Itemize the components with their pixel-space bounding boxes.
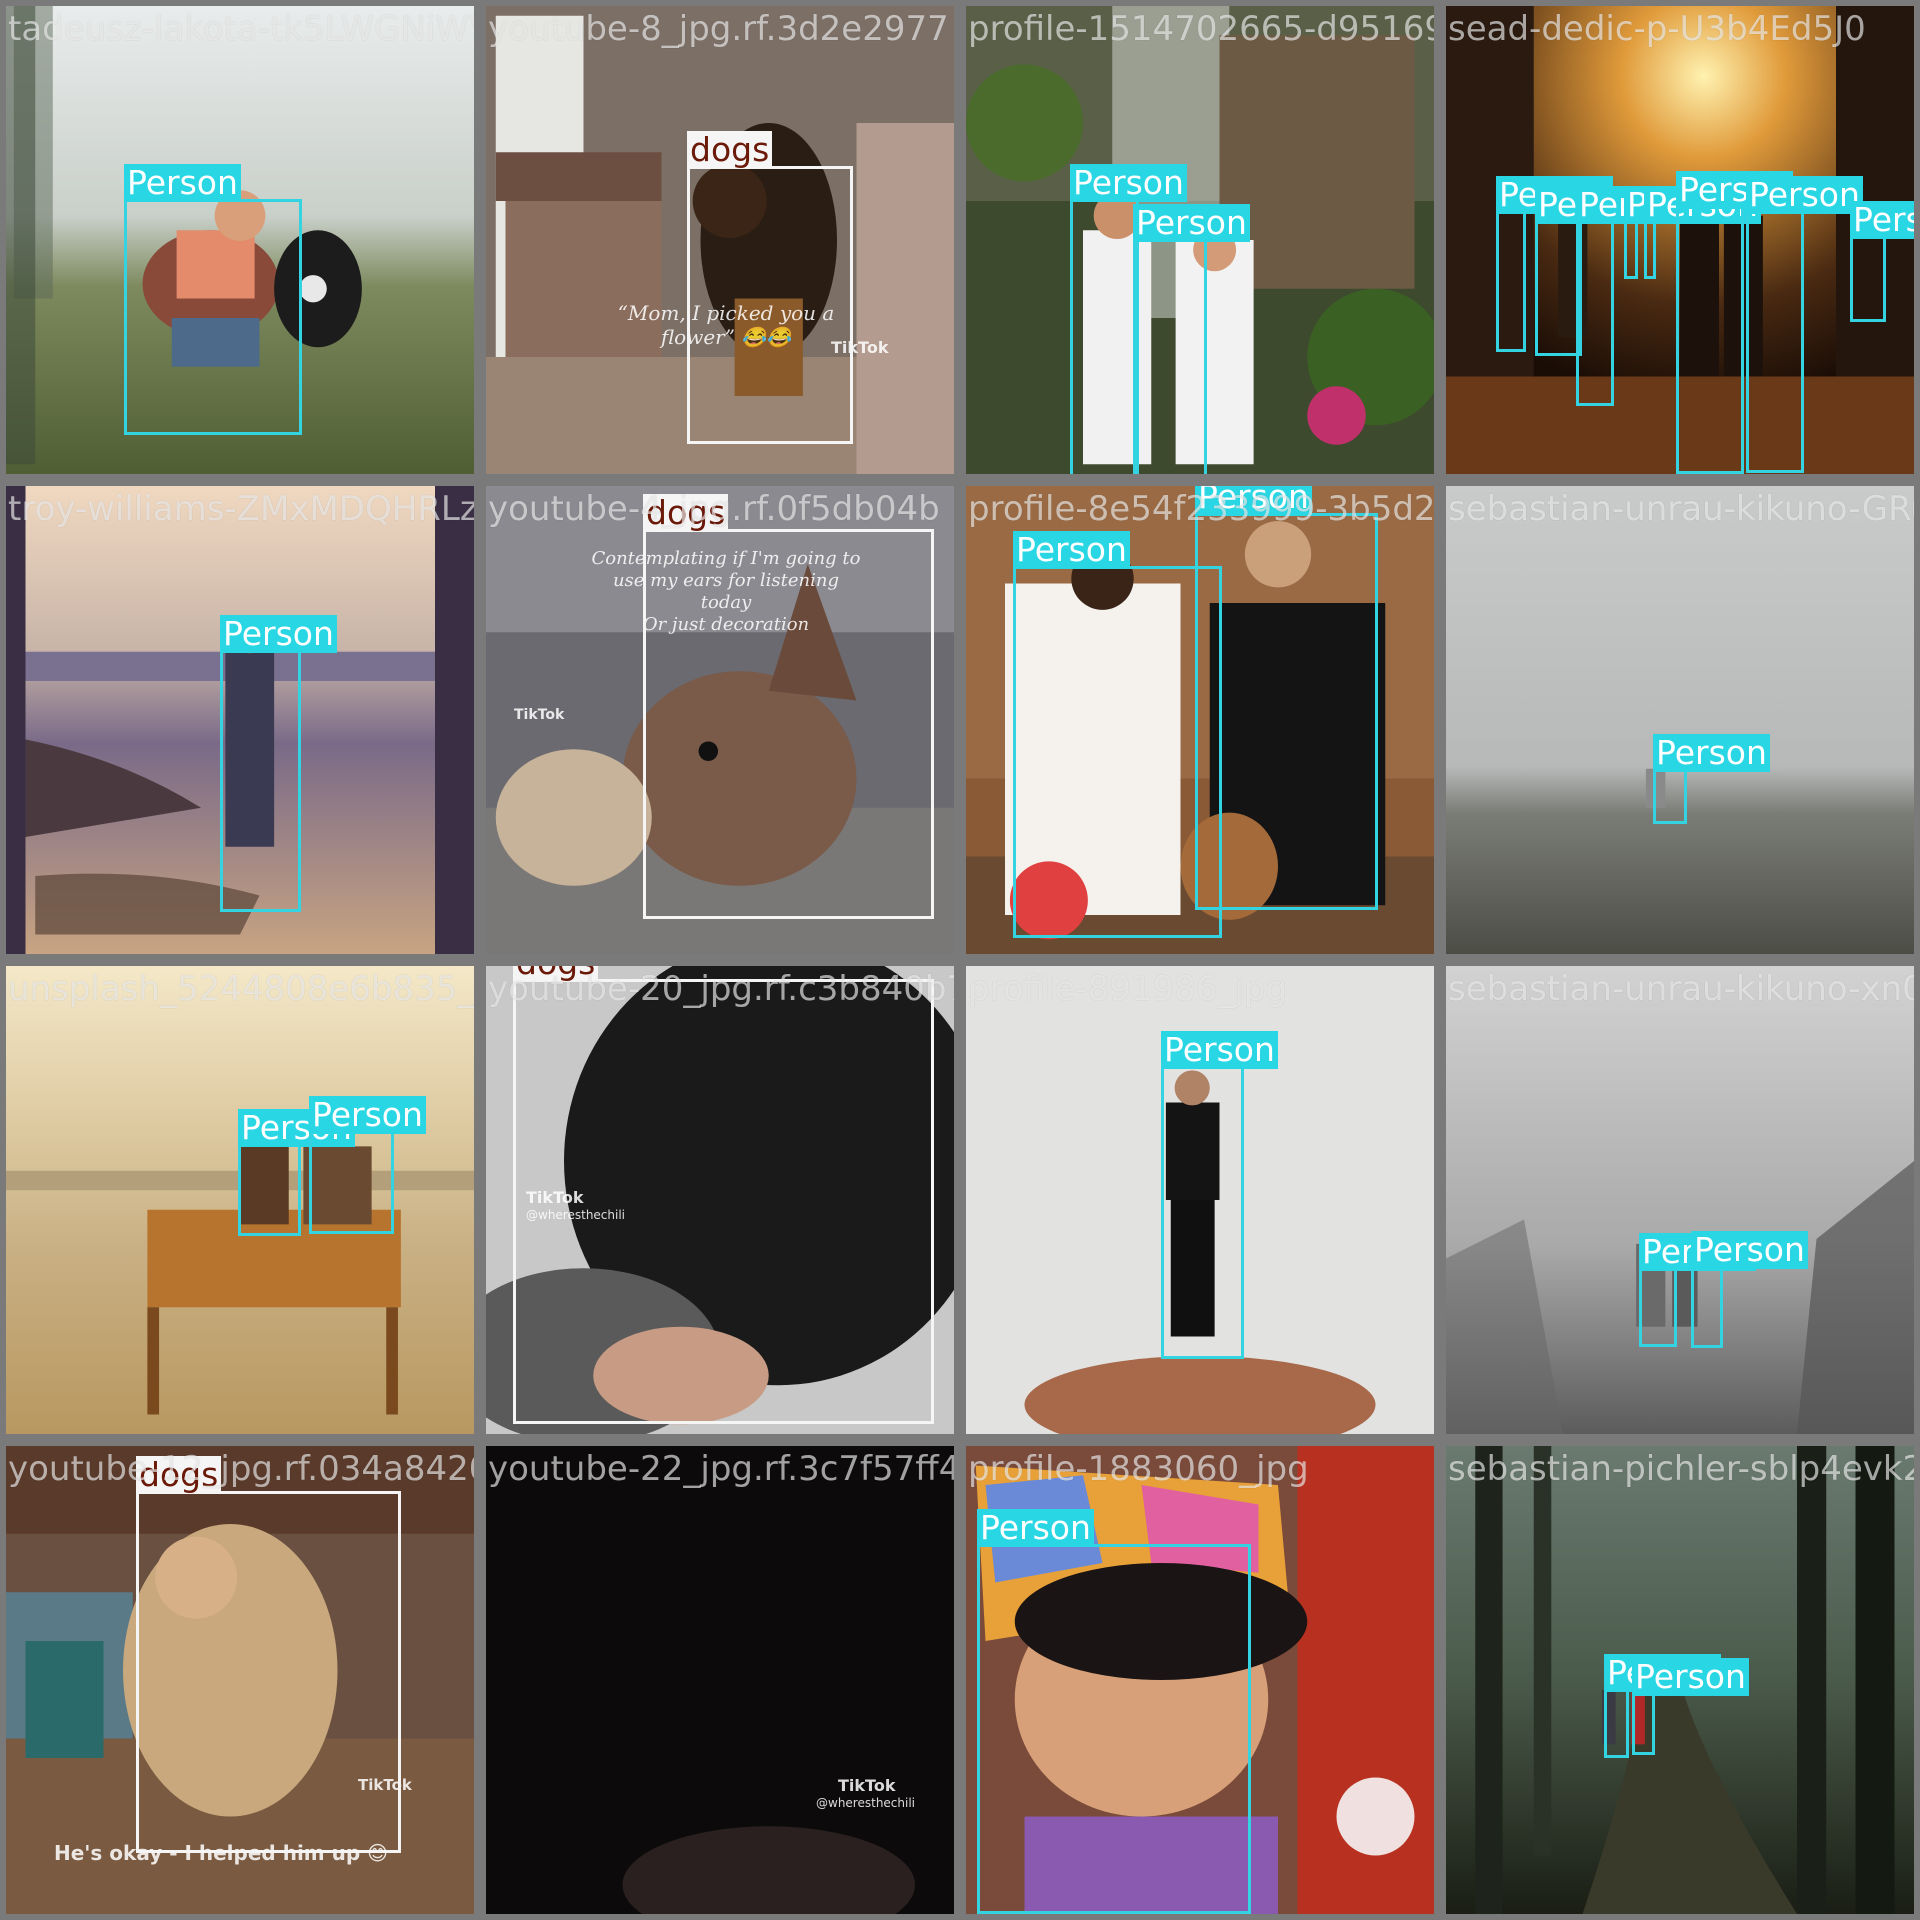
photo <box>1446 1446 1914 1914</box>
image-tile: sead-dedic-p-U3b4Ed5J0 Person Person Per… <box>1440 0 1920 480</box>
photo <box>966 1446 1434 1914</box>
photo <box>1446 486 1914 954</box>
image-tile: troy-williams-ZMxMDQHRLzy-unsplash_jpg P… <box>0 480 480 960</box>
mosaic-grid: tadeusz-lakota-tk5LWGNiWVs-unsplash_jpg.… <box>0 0 1920 1920</box>
photo <box>486 966 954 1434</box>
photo <box>966 486 1434 954</box>
photo <box>6 1446 474 1914</box>
image-tile: unsplash_5244808e6b835_jpg Person Person <box>0 960 480 1440</box>
photo <box>6 966 474 1434</box>
photo <box>486 1446 954 1914</box>
photo <box>966 966 1434 1434</box>
image-tile: youtube-4_jpg.rf.0f5db04b Contemplating … <box>480 480 960 960</box>
photo <box>486 486 954 954</box>
image-tile: youtube-20_jpg.rf.c3b840b7 TikTok @where… <box>480 960 960 1440</box>
image-tile: tadeusz-lakota-tk5LWGNiWVs-unsplash_jpg.… <box>0 0 480 480</box>
image-tile: youtube-22_jpg.rf.3c7f57ff41 TikTok @whe… <box>480 1440 960 1920</box>
image-tile: youtube-8_jpg.rf.3d2e2977 “Mom, I picked… <box>480 0 960 480</box>
photo <box>6 486 474 954</box>
image-tile: profile-1514702665-d95169ae_jpg Person P… <box>960 0 1440 480</box>
photo <box>966 6 1434 474</box>
photo <box>6 6 474 474</box>
image-tile: sebastian-pichler-sblp4evk2 Person Perso… <box>1440 1440 1920 1920</box>
image-tile: youtube-12_jpg.rf.034a8420 He's okay - I… <box>0 1440 480 1920</box>
image-tile: profile-8e54f233999-3b5d295_jpg Person P… <box>960 480 1440 960</box>
image-tile: sebastian-unrau-kikuno-xn0z2c8n Person P… <box>1440 960 1920 1440</box>
image-tile: sebastian-unrau-kikuno-GRub0Bh Person <box>1440 480 1920 960</box>
photo <box>1446 6 1914 474</box>
image-tile: profile-891986_jpg Person <box>960 960 1440 1440</box>
photo <box>486 6 954 474</box>
image-tile: profile-1883060_jpg Person <box>960 1440 1440 1920</box>
photo <box>1446 966 1914 1434</box>
